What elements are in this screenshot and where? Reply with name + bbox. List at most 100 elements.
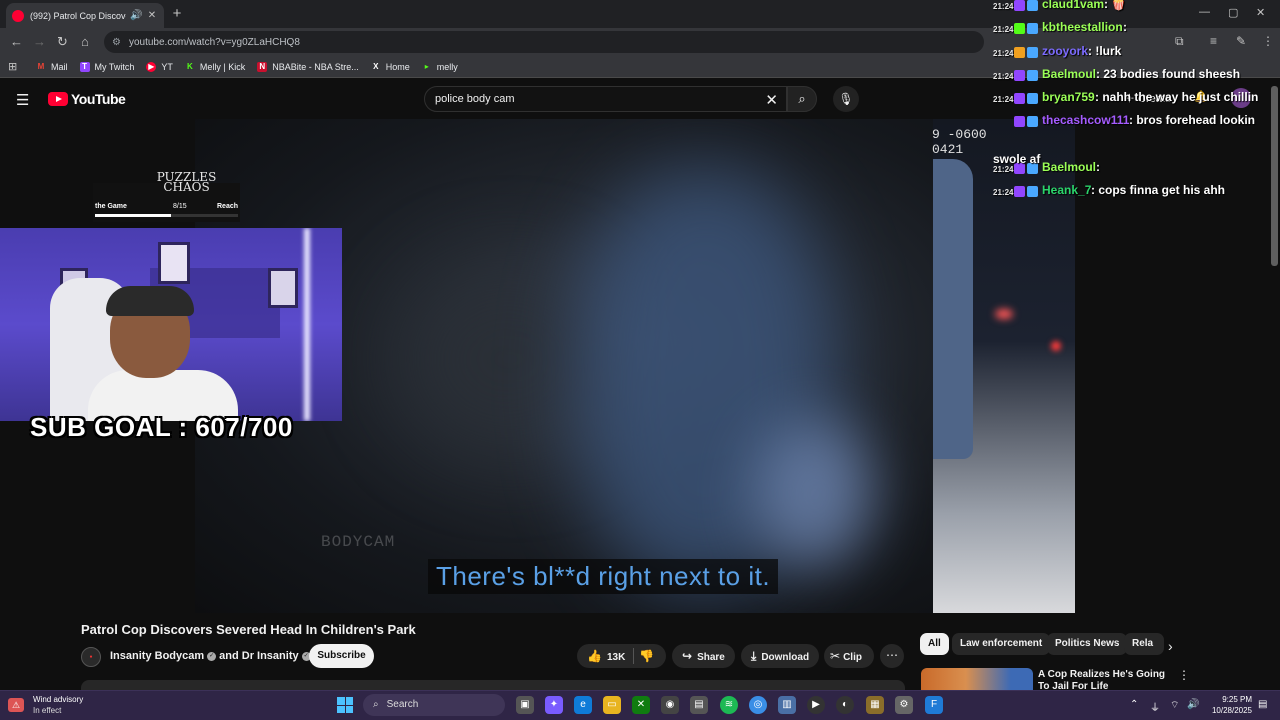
apps-grid-icon[interactable]: ⊞	[8, 60, 22, 73]
xbox-icon[interactable]: ✕	[632, 696, 650, 714]
chat-username[interactable]: thecashcow111	[1042, 113, 1129, 127]
edge-icon[interactable]: e	[574, 696, 592, 714]
notification-center-icon[interactable]: ▤	[1258, 699, 1267, 710]
browser-tab-active[interactable]: (992) Patrol Cop Discovers 🔊 ✕	[6, 3, 164, 28]
kick-arrow-icon: ▸	[424, 61, 429, 71]
share-button[interactable]: ↪ Share	[672, 644, 735, 668]
store-icon[interactable]: ▤	[690, 696, 708, 714]
steam-icon[interactable]: ◉	[661, 696, 679, 714]
chat-username[interactable]: kbtheestallion	[1042, 20, 1123, 34]
back-icon[interactable]: ←	[10, 34, 23, 49]
chat-timestamp: 21:24	[993, 95, 1014, 105]
chips-next-icon[interactable]: ›	[1168, 638, 1173, 654]
like-button[interactable]: 👍 13K	[577, 649, 625, 663]
search-input[interactable]: police body cam ✕	[424, 86, 787, 112]
puzzle-count: 8/15	[173, 203, 187, 210]
obs-icon[interactable]: ◐	[836, 696, 854, 714]
subscribe-button[interactable]: Subscribe	[309, 644, 374, 668]
download-icon: ⤓	[751, 649, 757, 663]
chip-related[interactable]: Rela	[1124, 633, 1164, 655]
new-tab-button[interactable]: +	[170, 5, 184, 22]
puzzle-left-label: the Game	[95, 203, 127, 210]
app-icon[interactable]: ▦	[866, 696, 884, 714]
address-bar[interactable]: ⚙ youtube.com/watch?v=yg0ZLaHCHQ8	[104, 31, 984, 53]
chat-username[interactable]: Heank_7	[1042, 183, 1091, 197]
media-player-icon[interactable]: ▶	[807, 696, 825, 714]
chat-badge-icon	[1014, 69, 1025, 81]
chat-username[interactable]: Baelmoul	[1042, 160, 1096, 174]
chip-politics-news[interactable]: Politics News	[1047, 633, 1128, 655]
download-button[interactable]: ⤓ Download	[741, 644, 819, 668]
app-f-icon[interactable]: F	[925, 696, 943, 714]
bookmark-home[interactable]: X Home	[371, 62, 410, 72]
clear-search-icon[interactable]: ✕	[765, 91, 778, 109]
puzzle-right-label: Reach	[217, 203, 239, 210]
home-icon[interactable]: ⌂	[81, 34, 89, 49]
chat-username[interactable]: bryan759	[1042, 90, 1095, 104]
description-box[interactable]	[81, 680, 905, 690]
file-explorer-icon[interactable]: ▭	[603, 696, 621, 714]
bookmark-yt[interactable]: ▶ YT	[146, 61, 173, 72]
clip-button[interactable]: ✂ Clip	[824, 644, 874, 668]
photos-icon[interactable]: ▥	[778, 696, 796, 714]
site-info-icon[interactable]: ⚙	[112, 37, 121, 48]
sub-goal-text: SUB GOAL : 607/700	[30, 412, 293, 442]
chat-message: 21:24 zooyork : !lurk	[990, 43, 1280, 66]
bookmark-mail[interactable]: M Mail	[36, 62, 68, 72]
bookmark-melly-kick[interactable]: K Melly | Kick	[185, 62, 245, 72]
settings-icon[interactable]: ⚙	[895, 696, 913, 714]
chat-badge-icon	[1014, 116, 1025, 128]
chat-message: 21:24 Baelmoul : 23 bodies found sheesh	[990, 66, 1280, 89]
timestamp-line: 0421	[932, 142, 964, 157]
recommended-thumbnail[interactable]	[921, 668, 1033, 690]
verified-icon: ✓	[207, 651, 217, 661]
task-view-icon[interactable]: ▣	[516, 696, 534, 714]
chat-timestamp: 21:24	[993, 188, 1014, 198]
bodycam-watermark: BODYCAM	[321, 533, 396, 551]
channel-name[interactable]: Insanity Bodycam ✓ and Dr Insanity ✓	[110, 650, 314, 662]
dislike-button[interactable]: 👎	[639, 644, 654, 668]
voice-search-button[interactable]: 🎙	[833, 86, 859, 112]
search-button[interactable]: ⌕	[787, 86, 817, 112]
forward-icon[interactable]: →	[33, 34, 46, 49]
wifi-icon[interactable]: ⌔	[1170, 699, 1179, 712]
copilot-icon[interactable]: ✦	[545, 696, 563, 714]
speaker-icon[interactable]: 🔊	[130, 10, 142, 21]
chat-text: : nahh the way he just chillin	[1095, 90, 1259, 105]
taskbar-search[interactable]: ⌕ Search	[363, 694, 505, 716]
bookmark-melly[interactable]: ▸ melly	[422, 62, 458, 72]
reload-icon[interactable]: ↻	[57, 34, 68, 50]
bookmark-label: Melly | Kick	[199, 61, 246, 72]
tray-overflow-icon[interactable]: ⌃	[1130, 699, 1138, 710]
chat-message-continuation: swole af	[993, 152, 1041, 166]
spotify-icon[interactable]: ≋	[720, 696, 738, 714]
sub-badge-icon	[1027, 46, 1038, 58]
chat-message: 21:24 kbtheestallion :	[990, 19, 1280, 42]
bookmark-my-twitch[interactable]: T My Twitch	[79, 61, 135, 72]
chip-law-enforcement[interactable]: Law enforcement	[952, 633, 1051, 655]
chip-all[interactable]: All	[920, 633, 949, 655]
volume-icon[interactable]: 🔊	[1187, 699, 1199, 710]
bookmark-label: My Twitch	[94, 61, 135, 72]
chat-username[interactable]: Baelmoul	[1042, 67, 1096, 81]
chat-text: :	[1123, 20, 1127, 35]
chat-username[interactable]: zooyork	[1042, 44, 1088, 58]
recommended-menu-icon[interactable]: ⋮	[1178, 668, 1190, 682]
youtube-play-icon	[48, 92, 68, 106]
tray-usb-icon[interactable]: ⏚	[1150, 699, 1160, 714]
more-actions-button[interactable]: ⋯	[880, 644, 904, 668]
puzzle-progress-fill	[95, 214, 171, 217]
windows-start-icon[interactable]	[337, 697, 353, 713]
chat-username[interactable]: claud1vam	[1042, 0, 1104, 11]
close-tab-icon[interactable]: ✕	[146, 10, 158, 21]
bookmark-nbabite[interactable]: N NBABite - NBA Stre...	[257, 61, 359, 72]
channel-avatar[interactable]: ●	[81, 647, 101, 667]
youtube-logo[interactable]: YouTube	[48, 91, 126, 107]
chrome-icon[interactable]: ◎	[749, 696, 767, 714]
system-clock[interactable]: 9:25 PM 10/28/2025	[1206, 694, 1252, 716]
menu-icon[interactable]: ☰	[16, 91, 29, 109]
like-divider	[633, 648, 634, 664]
recommended-title[interactable]: A Cop Realizes He's Going To Jail For Li…	[1038, 669, 1168, 690]
puzzles-chaos-logo: PUZZLES CHAOS	[156, 170, 217, 194]
video-frame-shape	[755, 419, 875, 569]
